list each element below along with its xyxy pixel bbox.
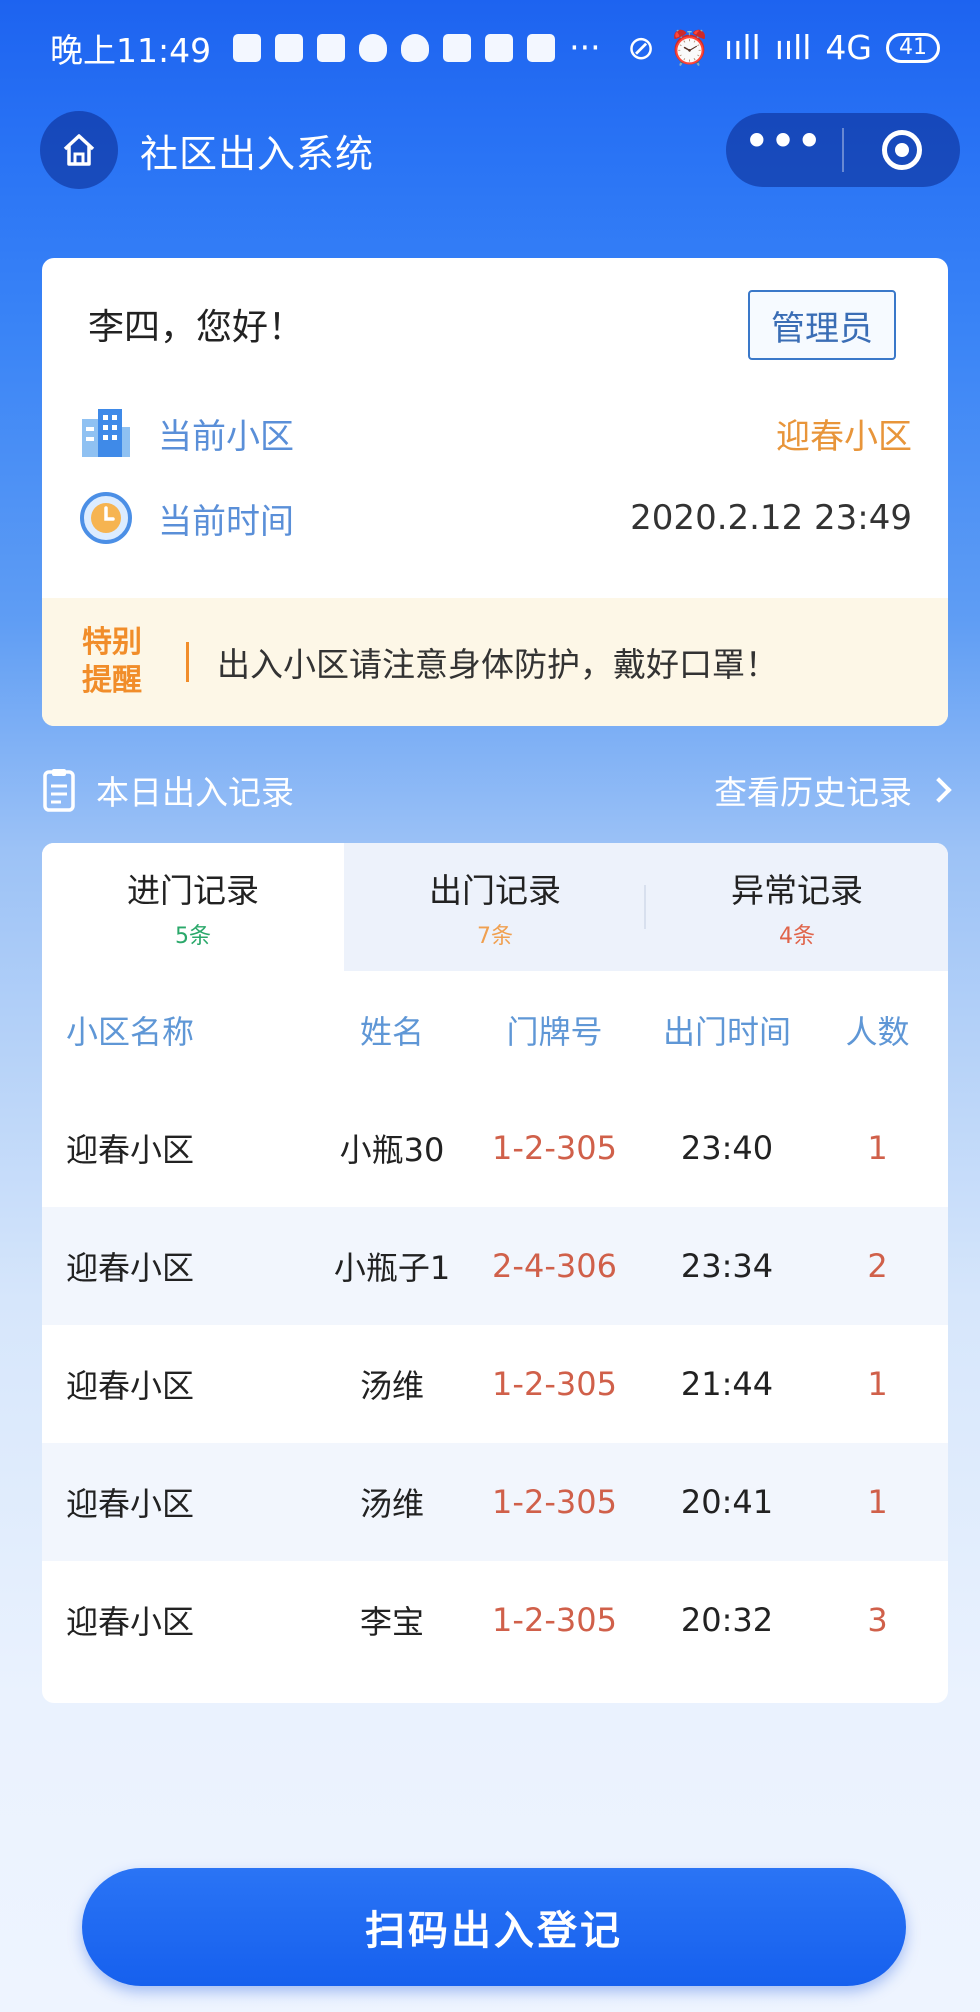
tab-label: 异常记录 [731,871,863,910]
message-icon [317,33,346,62]
cell-people-count: 1 [867,1129,888,1167]
records-title: 本日出入记录 [96,773,294,812]
tab-count: 4条 [779,924,815,949]
close-target-icon [882,130,922,170]
app-notification-icon [233,33,262,62]
view-history-link[interactable]: 查看历史记录 [714,766,952,814]
more-dots-icon: ••• [744,119,824,163]
cell-time: 20:32 [680,1601,774,1639]
cell-community: 迎春小区 [66,1367,195,1405]
notice-banner: 特别提醒 出入小区请注意身体防护，戴好口罩！ [42,598,948,726]
tab-count: 7条 [477,924,513,949]
mini-program-capsule: ••• [726,113,960,187]
tab-label: 出门记录 [429,871,561,910]
status-bar: 晚上11:49 ··· ⊘ ⏰ ııll ııll 4G 41 [0,0,980,95]
cell-people-count: 1 [867,1365,888,1403]
notification-icons: ··· [233,28,601,67]
cell-name: 小瓶30 [339,1131,445,1169]
home-button[interactable] [40,111,118,189]
notice-tag: 特别提醒 [82,625,142,698]
column-header: 出门时间 [662,1013,791,1051]
notice-divider [186,642,189,682]
cell-door-number: 1-2-305 [492,1601,617,1639]
community-row: 当前小区 迎春小区 [78,403,912,463]
record-tabs: 进门记录 5条 出门记录 7条 异常记录 4条 [42,843,948,971]
cell-door-number: 1-2-305 [492,1129,617,1167]
tab-count: 5条 [175,924,211,949]
cell-people-count: 3 [867,1601,888,1639]
table-row[interactable]: 迎春小区 小瓶30 1-2-305 23:40 1 [42,1089,948,1207]
status-time: 晚上11:49 [50,30,212,70]
qq-icon [359,33,388,62]
clipboard-icon [527,33,556,62]
cell-community: 迎春小区 [66,1249,195,1287]
time-value: 2020.2.12 23:49 [630,498,912,538]
column-header: 门牌号 [506,1013,603,1051]
community-label: 当前小区 [158,416,294,457]
table-row[interactable]: 迎春小区 汤维 1-2-305 21:44 1 [42,1325,948,1443]
scan-register-button[interactable]: 扫码出入登记 [82,1868,906,1986]
tab-label: 进门记录 [127,871,259,910]
penguin-icon [443,33,472,62]
home-icon [63,134,95,166]
building-icon [82,409,130,457]
clock-icon [80,492,132,544]
user-info-card: 李四，您好！ 管理员 当前小区 迎春小区 当前时间 2020.2.12 23:4… [42,258,948,726]
column-header: 人数 [845,1013,910,1051]
cell-door-number: 1-2-305 [492,1365,617,1403]
status-right: ⊘ ⏰ ııll ııll 4G 41 [627,28,940,68]
cell-name: 汤维 [359,1485,424,1523]
clipboard-icon [43,769,75,812]
cell-people-count: 1 [867,1483,888,1521]
table-row[interactable]: 迎春小区 李宝 1-2-305 20:32 3 [42,1561,948,1679]
cell-name: 李宝 [359,1603,424,1641]
column-header: 姓名 [359,1013,424,1051]
cell-time: 23:40 [680,1129,774,1167]
tab-abnormal-records[interactable]: 异常记录 4条 [646,843,948,971]
cell-door-number: 2-4-306 [492,1247,617,1285]
admin-button[interactable]: 管理员 [748,290,896,360]
more-button[interactable]: ••• [726,113,842,187]
cell-time: 20:41 [680,1483,774,1521]
table-row[interactable]: 迎春小区 小瓶子1 2-4-306 23:34 2 [42,1207,948,1325]
view-history-label: 查看历史记录 [714,773,912,812]
cell-time: 23:34 [680,1247,774,1285]
greeting: 李四，您好！ [88,307,305,348]
cell-community: 迎春小区 [66,1131,195,1169]
time-row: 当前时间 2020.2.12 23:49 [78,488,912,548]
time-label: 当前时间 [158,501,294,542]
column-header: 小区名称 [66,1013,195,1051]
cell-community: 迎春小区 [66,1603,195,1641]
cell-name: 小瓶子1 [333,1249,451,1287]
tab-exit-records[interactable]: 出门记录 7条 [344,843,646,971]
network-type: 4G [825,28,872,67]
cell-door-number: 1-2-305 [492,1483,617,1521]
signal-icon: ııll [724,28,761,67]
cell-community: 迎春小区 [66,1485,195,1523]
signal-icon: ııll [774,28,812,67]
community-value: 迎春小区 [776,416,912,457]
cell-name: 汤维 [359,1367,424,1405]
qq-icon [401,33,430,62]
cell-time: 21:44 [680,1365,774,1403]
tab-entry-records[interactable]: 进门记录 5条 [42,843,344,971]
cell-people-count: 2 [867,1247,888,1285]
table-row[interactable]: 迎春小区 汤维 1-2-305 20:41 1 [42,1443,948,1561]
battery-icon: 41 [886,32,940,63]
records-card: 进门记录 5条 出门记录 7条 异常记录 4条 小区名称 姓名 门牌号 出门时间… [42,843,948,1703]
records-header: 本日出入记录 查看历史记录 [42,760,952,820]
table-header: 小区名称 姓名 门牌号 出门时间 人数 [42,971,948,1089]
more-notifications-icon: ··· [569,28,601,67]
nav-bar: 社区出入系统 ••• [40,110,960,190]
close-button[interactable] [844,113,960,187]
table-body: 迎春小区 小瓶30 1-2-305 23:40 1 迎春小区 小瓶子1 2-4-… [42,1089,948,1679]
page-title: 社区出入系统 [140,131,375,176]
link-icon: ⊘ [627,28,655,67]
alarm-icon: ⏰ [668,27,711,67]
upload-icon [485,33,514,62]
chevron-right-icon [926,777,952,803]
notice-text: 出入小区请注意身体防护，戴好口罩！ [217,645,778,684]
message-icon [275,33,304,62]
